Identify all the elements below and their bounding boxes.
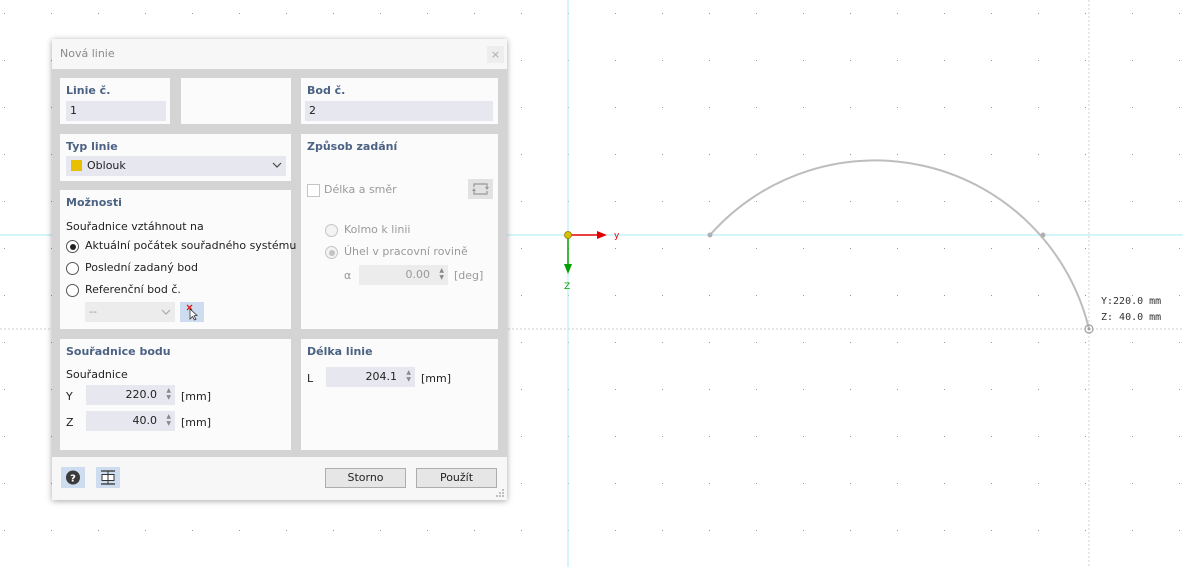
radio-last-point[interactable] [66, 262, 79, 275]
axis-y-label: y [614, 231, 620, 241]
dialog-titlebar[interactable]: Nová linie × [52, 39, 507, 69]
radio-reference-point[interactable] [66, 284, 79, 297]
point-coordinates-header: Souřadnice bodu [66, 345, 171, 358]
radio-current-origin[interactable] [66, 240, 79, 253]
spin-arrows-icon[interactable]: ▲ ▼ [439, 267, 444, 281]
length-direction-checkbox[interactable] [307, 184, 320, 197]
spin-arrows-icon[interactable]: ▲ ▼ [166, 387, 171, 401]
z-coord-unit: [mm] [181, 416, 212, 429]
perpendicular-label: Kolmo k linii [344, 223, 411, 236]
options-header: Možnosti [66, 196, 122, 209]
chevron-down-icon [272, 162, 282, 168]
dialog-footer: ? Storno Použít [52, 457, 507, 500]
z-coord-label: Z [66, 416, 74, 429]
radio-last-point-label[interactable]: Poslední zadaný bod [85, 261, 198, 274]
radio-perpendicular[interactable] [325, 224, 338, 237]
length-unit: [mm] [421, 372, 452, 385]
line-number-value: 1 [70, 104, 77, 117]
help-button[interactable]: ? [61, 467, 85, 488]
relate-coords-label: Souřadnice vztáhnout na [66, 220, 204, 233]
point-coordinates-panel: Souřadnice bodu Souřadnice Y 220.0 ▲ ▼ [m… [60, 339, 291, 450]
resize-grip-icon[interactable] [496, 489, 505, 498]
length-direction-label: Délka a směr [324, 183, 397, 196]
point-number-label: Bod č. [307, 84, 346, 97]
radio-angle-workplane[interactable] [325, 246, 338, 259]
reference-point-select[interactable]: -- [85, 302, 175, 322]
spin-arrows-icon[interactable]: ▲ ▼ [166, 413, 171, 427]
svg-text:?: ? [70, 474, 76, 485]
pick-coordinates-icon [101, 470, 115, 485]
pick-cursor-icon [186, 304, 198, 321]
line-type-select[interactable]: Oblouk [66, 156, 286, 176]
line-type-panel: Typ linie Oblouk [60, 134, 291, 181]
chevron-down-icon [161, 309, 171, 315]
line-number-input[interactable]: 1 [66, 101, 166, 121]
line-length-panel: Délka linie L 204.1 ▲ ▼ [mm] [301, 339, 498, 450]
alpha-label: α [344, 269, 352, 282]
point-number-value: 2 [309, 104, 316, 117]
new-line-dialog: Nová linie × Linie č. 1 Bod č. 2 Typ lin… [52, 39, 507, 500]
cursor-coordinate-readout: Y:220.0 mm Z: 40.0 mm [1101, 294, 1161, 326]
alpha-unit: [deg] [454, 269, 484, 282]
empty-panel [181, 78, 291, 124]
readout-z: Z: 40.0 mm [1101, 312, 1162, 323]
axis-z-arrow [564, 264, 572, 274]
alpha-input[interactable]: 0.00 ▲ ▼ [359, 265, 448, 285]
help-icon: ? [66, 470, 80, 485]
apply-button[interactable]: Použít [416, 468, 497, 488]
readout-y: Y:220.0 mm [1101, 296, 1162, 307]
origin-point [564, 231, 572, 239]
line-type-label: Typ linie [66, 140, 118, 153]
arc-preview [709, 159, 1090, 330]
input-mode-header: Způsob zadání [307, 140, 398, 153]
y-coord-unit: [mm] [181, 390, 212, 403]
z-coord-input[interactable]: 40.0 ▲ ▼ [86, 411, 175, 431]
axis-z-label: Z [564, 282, 570, 292]
line-number-label: Linie č. [66, 84, 111, 97]
input-mode-panel: Způsob zadání Délka a směr Kolmo k linii… [301, 134, 498, 329]
arc-intermediate-point [1040, 232, 1046, 238]
line-type-value: Oblouk [87, 159, 126, 172]
point-number-input[interactable]: 2 [305, 101, 493, 121]
pick-coordinates-button[interactable] [96, 467, 120, 488]
length-label: L [307, 372, 314, 385]
cancel-button[interactable]: Storno [325, 468, 406, 488]
direction-swap-button[interactable] [468, 179, 493, 199]
point-number-panel: Bod č. 2 [301, 78, 498, 124]
pick-point-button[interactable] [180, 302, 204, 322]
line-length-header: Délka linie [307, 345, 373, 358]
radio-current-origin-label[interactable]: Aktuální počátek souřadného systému [85, 239, 296, 252]
arc-type-swatch-icon [71, 160, 82, 171]
coordinates-sublabel: Souřadnice [66, 368, 128, 381]
reference-point-value: -- [89, 305, 97, 318]
spin-arrows-icon[interactable]: ▲ ▼ [406, 369, 411, 383]
axis-y-arrow [597, 231, 607, 239]
y-coord-input[interactable]: 220.0 ▲ ▼ [86, 385, 175, 405]
arc-start-point [707, 232, 713, 238]
options-panel: Možnosti Souřadnice vztáhnout na Aktuáln… [60, 190, 296, 329]
dialog-title: Nová linie [60, 47, 115, 60]
y-coord-label: Y [66, 390, 73, 403]
close-button[interactable]: × [487, 46, 504, 63]
angle-workplane-label: Úhel v pracovní rovině [344, 245, 468, 258]
radio-reference-point-label[interactable]: Referenční bod č. [85, 283, 181, 296]
length-input[interactable]: 204.1 ▲ ▼ [326, 367, 415, 387]
line-number-panel: Linie č. 1 [60, 78, 170, 124]
swap-arrows-icon [472, 183, 489, 195]
